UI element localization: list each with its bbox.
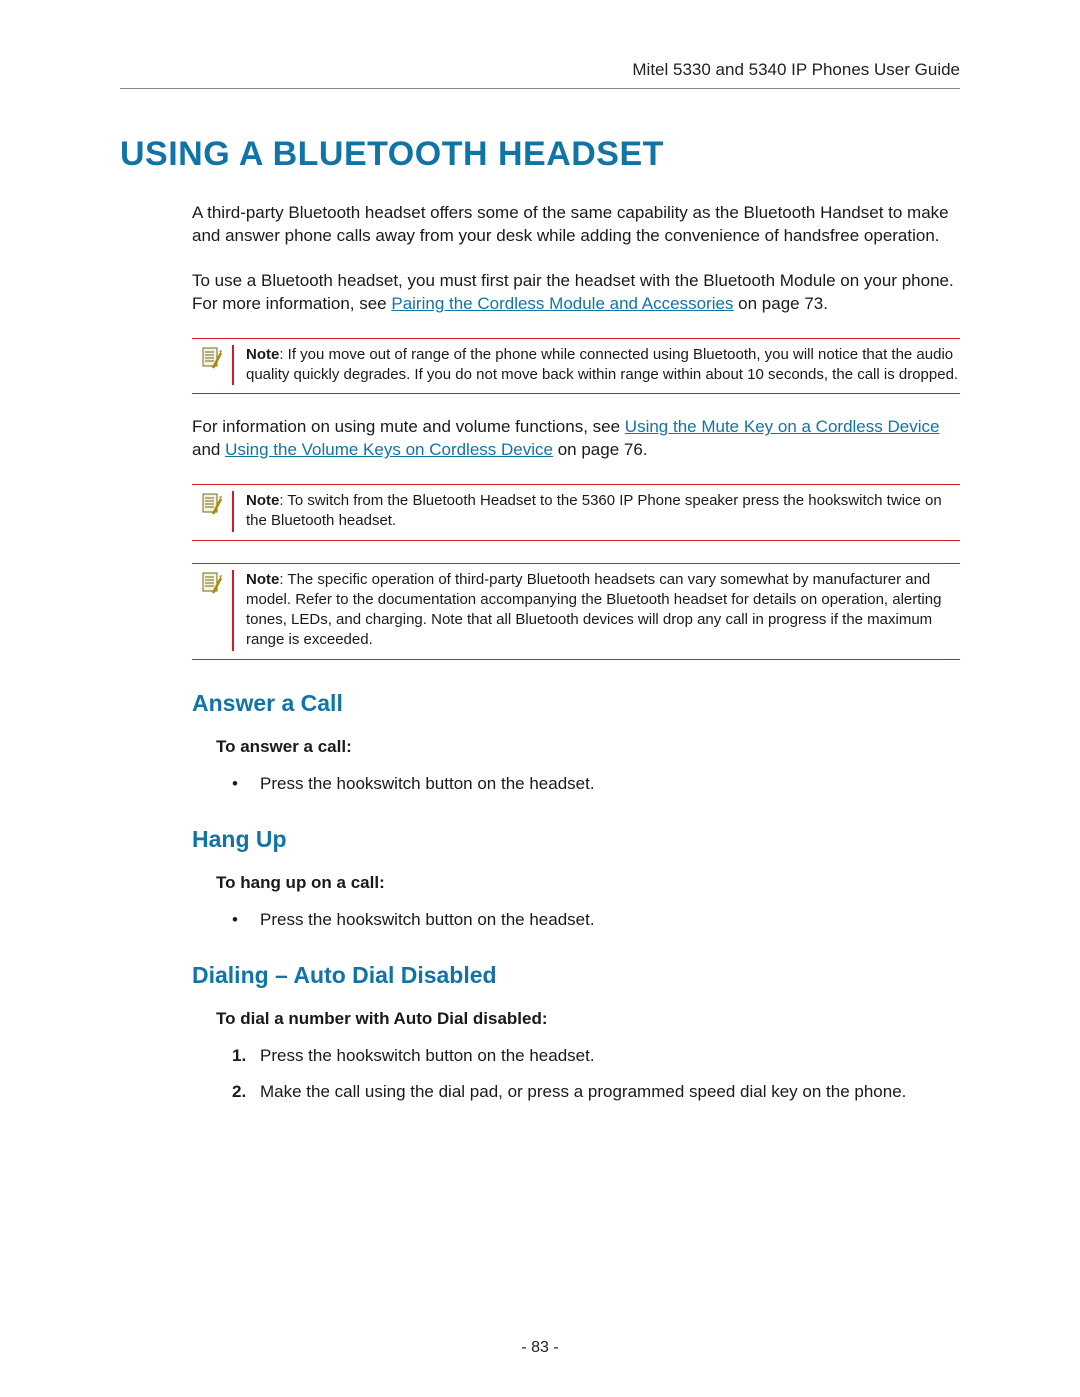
- number-marker: 1.: [232, 1045, 260, 1068]
- bullet-item: • Press the hookswitch button on the hea…: [232, 909, 960, 932]
- page-number: - 83 -: [0, 1339, 1080, 1357]
- page: Mitel 5330 and 5340 IP Phones User Guide…: [0, 0, 1080, 1397]
- page-heading: USING A BLUETOOTH HEADSET: [120, 135, 960, 174]
- text-span: For information on using mute and volume…: [192, 417, 625, 436]
- subhead-answer: To answer a call:: [216, 737, 960, 757]
- intro-paragraph-2: To use a Bluetooth headset, you must fir…: [192, 270, 960, 316]
- note-label: Note: [246, 346, 279, 363]
- volume-keys-link[interactable]: Using the Volume Keys on Cordless Device: [225, 440, 553, 459]
- intro-paragraph-1: A third-party Bluetooth headset offers s…: [192, 202, 960, 248]
- note-text: Note: To switch from the Bluetooth Heads…: [234, 491, 960, 532]
- note-block-hookswitch: Note: To switch from the Bluetooth Heads…: [192, 484, 960, 541]
- numbered-item: 1. Press the hookswitch button on the he…: [232, 1045, 960, 1068]
- note-icon-cell: [192, 570, 234, 651]
- text-span: on page 76.: [553, 440, 648, 459]
- note-icon-cell: [192, 491, 234, 532]
- step-text: Make the call using the dial pad, or pre…: [260, 1081, 960, 1104]
- text-span: on page 73.: [733, 294, 828, 313]
- note-icon-cell: [192, 345, 234, 386]
- note-label: Note: [246, 492, 279, 509]
- subhead-hangup: To hang up on a call:: [216, 873, 960, 893]
- note-body: : To switch from the Bluetooth Headset t…: [246, 492, 942, 529]
- numbered-item: 2. Make the call using the dial pad, or …: [232, 1081, 960, 1104]
- mute-paragraph: For information on using mute and volume…: [192, 416, 960, 462]
- body-column: A third-party Bluetooth headset offers s…: [192, 202, 960, 1104]
- mute-key-link[interactable]: Using the Mute Key on a Cordless Device: [625, 417, 940, 436]
- bullet-text: Press the hookswitch button on the heads…: [260, 909, 960, 932]
- note-icon: [202, 347, 222, 373]
- section-heading-dialing: Dialing – Auto Dial Disabled: [192, 962, 960, 989]
- bullet-item: • Press the hookswitch button on the hea…: [232, 773, 960, 796]
- note-block-range: Note: If you move out of range of the ph…: [192, 338, 960, 395]
- note-block-thirdparty: Note: The specific operation of third-pa…: [192, 563, 960, 660]
- bullet-marker: •: [232, 773, 260, 796]
- note-icon: [202, 572, 222, 598]
- step-text: Press the hookswitch button on the heads…: [260, 1045, 960, 1068]
- note-body: : If you move out of range of the phone …: [246, 346, 958, 383]
- note-text: Note: If you move out of range of the ph…: [234, 345, 960, 386]
- bullet-marker: •: [232, 909, 260, 932]
- note-label: Note: [246, 571, 279, 588]
- pairing-link[interactable]: Pairing the Cordless Module and Accessor…: [391, 294, 733, 313]
- bullet-text: Press the hookswitch button on the heads…: [260, 773, 960, 796]
- note-text: Note: The specific operation of third-pa…: [234, 570, 960, 651]
- section-heading-hangup: Hang Up: [192, 826, 960, 853]
- note-body: : The specific operation of third-party …: [246, 571, 941, 649]
- header-doc-title: Mitel 5330 and 5340 IP Phones User Guide: [120, 60, 960, 89]
- subhead-dialing: To dial a number with Auto Dial disabled…: [216, 1009, 960, 1029]
- note-icon: [202, 493, 222, 519]
- number-marker: 2.: [232, 1081, 260, 1104]
- section-heading-answer: Answer a Call: [192, 690, 960, 717]
- text-span: and: [192, 440, 225, 459]
